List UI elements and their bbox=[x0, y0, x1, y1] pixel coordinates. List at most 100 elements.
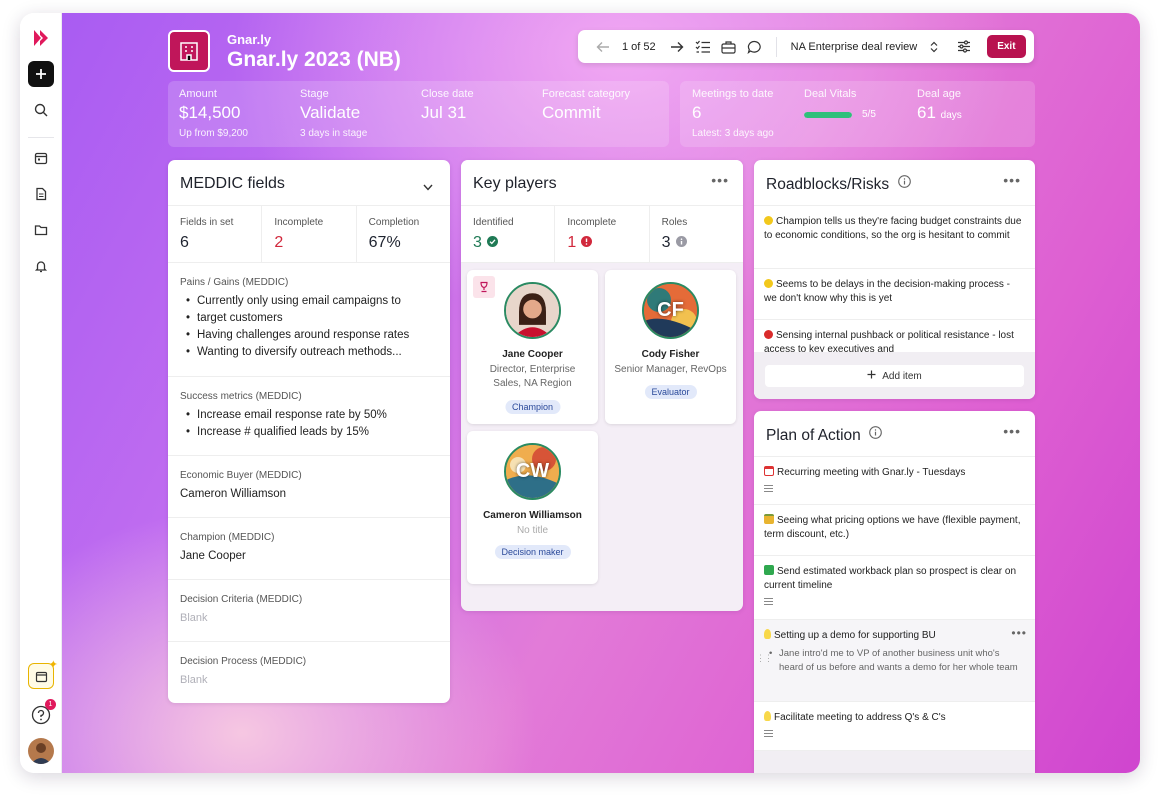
company-building-icon bbox=[168, 30, 210, 72]
more-icon[interactable]: ••• bbox=[1011, 626, 1027, 640]
roadblock-item[interactable]: Sensing internal pushback or political r… bbox=[754, 320, 1035, 352]
info-icon[interactable] bbox=[869, 426, 882, 444]
player-card-cameron[interactable]: CW Cameron Williamson No title Decision … bbox=[467, 431, 598, 584]
avatar bbox=[504, 282, 561, 339]
info-circle-icon bbox=[675, 234, 687, 252]
more-icon[interactable]: ••• bbox=[1003, 172, 1021, 188]
yellow-circle-icon bbox=[764, 279, 773, 288]
add-item-button[interactable]: Add item bbox=[765, 365, 1024, 387]
stat-meetings: Meetings to date 6 Latest: 3 days ago bbox=[692, 88, 774, 139]
stage-value: Validate bbox=[300, 103, 361, 122]
meddic-success-section[interactable]: Success metrics (MEDDIC) Increase email … bbox=[168, 377, 450, 456]
stat-close-date: Close date Jul 31 bbox=[421, 88, 474, 122]
money-emoji-icon bbox=[764, 514, 774, 524]
list-item: Having challenges around response rates bbox=[180, 327, 438, 344]
create-button[interactable] bbox=[28, 61, 54, 87]
folder-icon[interactable] bbox=[28, 217, 54, 243]
deal-stats-secondary: Meetings to date 6 Latest: 3 days ago De… bbox=[680, 81, 1035, 147]
meddic-economic-buyer[interactable]: Economic Buyer (MEDDIC) Cameron Williams… bbox=[168, 456, 450, 518]
vitals-progress-fill bbox=[804, 111, 852, 118]
plan-item[interactable]: Recurring meeting with Gnar.ly - Tuesday… bbox=[754, 456, 1035, 505]
help-badge: 1 bbox=[45, 699, 56, 710]
app-logo-icon[interactable] bbox=[28, 25, 54, 51]
yellow-circle-icon bbox=[764, 216, 773, 225]
forecast-value: Commit bbox=[542, 103, 601, 122]
search-icon[interactable] bbox=[28, 97, 54, 123]
notes-lines-icon bbox=[764, 730, 773, 737]
meddic-card: MEDDIC fields Fields in set 6 Incomplete… bbox=[168, 160, 450, 703]
meddic-stat-incomplete: Incomplete 2 bbox=[262, 206, 357, 262]
plan-item[interactable]: ⋮⋮ ••• Setting up a demo for supporting … bbox=[754, 620, 1035, 702]
plan-of-action-card: Plan of Action ••• Recurring meeting wit… bbox=[754, 411, 1035, 773]
player-name: Cameron Williamson bbox=[483, 510, 582, 521]
list-item: Wanting to diversify outreach methods... bbox=[180, 344, 438, 361]
briefcase-icon[interactable] bbox=[716, 34, 742, 60]
role-badge: Evaluator bbox=[644, 385, 697, 399]
next-arrow-icon[interactable] bbox=[664, 34, 690, 60]
meddic-stat-completion: Completion 67% bbox=[368, 217, 420, 251]
player-card-cody[interactable]: CF Cody Fisher Senior Manager, RevOps Ev… bbox=[605, 270, 736, 424]
meddic-stats: Fields in set 6 Incomplete 2 Completion … bbox=[168, 205, 450, 263]
check-circle-icon bbox=[486, 234, 498, 252]
roadblock-item[interactable]: Seems to be delays in the decision-makin… bbox=[754, 269, 1035, 320]
meddic-stat-fields: Fields in set 6 bbox=[168, 206, 263, 262]
document-icon[interactable] bbox=[28, 181, 54, 207]
deal-age-unit: days bbox=[940, 110, 962, 121]
role-badge: Champion bbox=[504, 400, 561, 414]
pager-text: 1 of 52 bbox=[622, 40, 656, 53]
player-name: Jane Cooper bbox=[502, 349, 563, 360]
vitals-score: 5/5 bbox=[862, 109, 876, 120]
player-card-jane[interactable]: Jane Cooper Director, Enterprise Sales, … bbox=[467, 270, 598, 424]
calendar-icon[interactable] bbox=[28, 145, 54, 171]
role-badge: Decision maker bbox=[494, 545, 571, 559]
meddic-decision-criteria[interactable]: Decision Criteria (MEDDIC) Blank bbox=[168, 580, 450, 642]
vitals-progress-bar bbox=[804, 111, 852, 118]
roadblocks-title: Roadblocks/Risks bbox=[766, 176, 890, 193]
more-icon[interactable]: ••• bbox=[711, 172, 729, 188]
alert-circle-icon bbox=[581, 234, 593, 252]
view-selector[interactable]: NA Enterprise deal review bbox=[791, 41, 918, 53]
avatar: CW bbox=[504, 443, 561, 500]
meddic-decision-process[interactable]: Decision Process (MEDDIC) Blank bbox=[168, 642, 450, 703]
key-players-title: Key players bbox=[473, 175, 557, 192]
player-title: No title bbox=[516, 525, 549, 536]
close-date-value: Jul 31 bbox=[421, 103, 467, 122]
plan-item[interactable]: Send estimated workback plan so prospect… bbox=[754, 556, 1035, 620]
comment-icon[interactable] bbox=[742, 34, 768, 60]
deal-stage: Gnar.ly Gnar.ly 2023 (NB) 1 of 52 NA Ent… bbox=[62, 13, 1140, 773]
player-name: Cody Fisher bbox=[641, 349, 700, 360]
chevron-up-down-icon[interactable] bbox=[921, 34, 947, 60]
roadblocks-card: Roadblocks/Risks ••• Champion tells us t… bbox=[754, 160, 1035, 399]
check-box-emoji-icon bbox=[764, 565, 774, 575]
help-button[interactable]: 1 bbox=[28, 699, 56, 728]
meddic-pains-section[interactable]: Pains / Gains (MEDDIC) Currently only us… bbox=[168, 263, 450, 377]
list-item: Currently only using email campaigns to bbox=[180, 293, 438, 310]
meddic-champion[interactable]: Champion (MEDDIC) Jane Cooper bbox=[168, 518, 450, 580]
meetings-value: 6 bbox=[692, 103, 702, 122]
more-icon[interactable]: ••• bbox=[1003, 423, 1021, 439]
deal-age-value: 61 bbox=[917, 103, 936, 122]
plan-item[interactable]: Seeing what pricing options we have (fle… bbox=[754, 505, 1035, 556]
avatar-initials: CW bbox=[515, 460, 550, 482]
chevron-down-icon[interactable] bbox=[423, 178, 433, 196]
stat-amount: Amount $14,500 Up from $9,200 bbox=[179, 88, 248, 139]
plan-item[interactable]: Facilitate meeting to address Q's & C's bbox=[754, 702, 1035, 751]
calendar-sparkle-button[interactable]: ✦ bbox=[28, 659, 58, 689]
settings-sliders-icon[interactable] bbox=[951, 34, 977, 60]
user-avatar[interactable] bbox=[28, 738, 54, 764]
checklist-icon[interactable] bbox=[690, 34, 716, 60]
player-title: Director, Enterprise Sales, NA Region bbox=[489, 364, 576, 389]
exit-button[interactable]: Exit bbox=[987, 35, 1026, 58]
review-toolbar: 1 of 52 NA Enterprise deal review Exit bbox=[578, 30, 1034, 63]
stat-forecast: Forecast category Commit bbox=[542, 88, 631, 122]
trophy-icon bbox=[473, 276, 495, 298]
info-icon[interactable] bbox=[897, 175, 911, 193]
roadblock-item[interactable]: Champion tells us they're facing budget … bbox=[754, 205, 1035, 269]
key-players-card: Key players ••• Identified 3 Incomplete … bbox=[461, 160, 743, 611]
red-circle-icon bbox=[764, 330, 773, 339]
bell-icon[interactable] bbox=[28, 253, 54, 279]
kp-stat-incomplete: Incomplete 1 bbox=[555, 206, 650, 262]
deal-stats-primary: Amount $14,500 Up from $9,200 Stage Vali… bbox=[168, 81, 669, 147]
prev-arrow-icon[interactable] bbox=[590, 34, 616, 60]
sparkle-icon: ✦ bbox=[48, 659, 58, 671]
